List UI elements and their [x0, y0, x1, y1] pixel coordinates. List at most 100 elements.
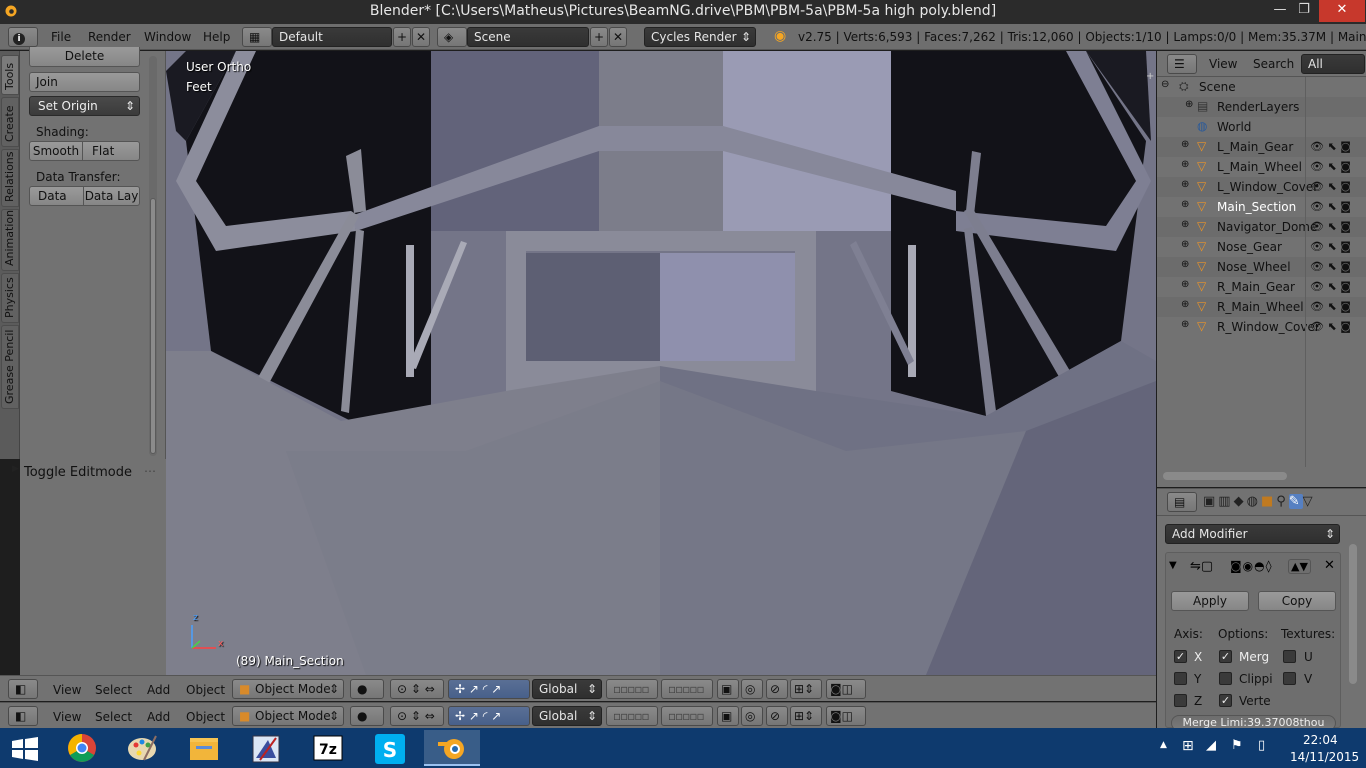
set-origin-dropdown[interactable]: Set Origin ⇕ — [29, 96, 140, 116]
gimp-taskbar-button[interactable] — [238, 730, 294, 766]
cursor-icon[interactable]: ⬉ — [1327, 140, 1336, 153]
eye-icon[interactable]: 👁 — [1310, 260, 1324, 273]
paint-taskbar-button[interactable] — [114, 730, 170, 766]
menu-select[interactable]: Select — [95, 710, 132, 724]
disclosure-triangle-icon[interactable]: ▶ — [12, 464, 19, 474]
properties-context-tabs[interactable]: ▣▥◆◍■⚲✎▽ — [1203, 494, 1316, 509]
remove-modifier-icon[interactable]: ✕ — [1324, 558, 1335, 573]
notification-flag-icon[interactable]: ⚑ — [1231, 738, 1243, 753]
tab-relations[interactable]: Relations — [1, 149, 19, 207]
3d-viewport[interactable]: User Ortho Feet (89) Main_Section z x + — [166, 51, 1156, 675]
outliner-item[interactable]: ⊕ ▽ Nose_Gear 👁 ⬉ ◙ — [1157, 237, 1366, 257]
texture-u-checkbox[interactable] — [1283, 650, 1296, 663]
cursor-icon[interactable]: ⬉ — [1327, 320, 1336, 333]
axis-y-checkbox[interactable] — [1174, 672, 1187, 685]
outliner-display-mode[interactable]: All Scenes — [1301, 54, 1365, 89]
manipulator-buttons[interactable]: ✢ ↗ ◜ ↗ — [448, 679, 530, 699]
layer-buttons-2[interactable]: ▫▫▫▫▫ — [661, 679, 713, 699]
menu-object[interactable]: Object — [186, 710, 225, 724]
eye-icon[interactable]: 👁 — [1310, 180, 1324, 193]
menu-window[interactable]: Window — [144, 30, 191, 44]
close-button[interactable]: ✕ — [1319, 0, 1365, 22]
menu-select[interactable]: Select — [95, 683, 132, 697]
outliner-item[interactable]: ⊕ ▽ R_Main_Wheel 👁 ⬉ ◙ — [1157, 297, 1366, 317]
editor-type-button[interactable]: ◧ — [8, 706, 38, 726]
7zip-taskbar-button[interactable]: 7z — [300, 730, 356, 766]
outliner-item[interactable]: ⊕ ▤ RenderLayers — [1157, 97, 1366, 117]
mode-dropdown[interactable]: ■ Object Mode ⇕ — [232, 679, 344, 699]
menu-view[interactable]: View — [53, 710, 81, 724]
camera-icon[interactable]: ◙ — [1340, 200, 1351, 213]
tab-animation[interactable]: Animation — [1, 209, 19, 271]
eye-icon[interactable]: 👁 — [1310, 280, 1324, 293]
scene-remove-button[interactable]: ✕ — [609, 27, 627, 47]
cursor-icon[interactable]: ⬉ — [1327, 240, 1336, 253]
expand-icon[interactable]: ⊕ — [1181, 319, 1189, 330]
camera-icon[interactable]: ◙ — [1340, 140, 1351, 153]
object-tab-icon[interactable]: ■ — [1261, 494, 1276, 509]
eye-icon[interactable]: 👁 — [1310, 300, 1324, 313]
layer-buttons-2[interactable]: ▫▫▫▫▫ — [661, 706, 713, 726]
cursor-icon[interactable]: ⬉ — [1327, 160, 1336, 173]
cursor-icon[interactable]: ⬉ — [1327, 260, 1336, 273]
cursor-icon[interactable]: ⬉ — [1327, 280, 1336, 293]
outliner-item[interactable]: ⊕ ▽ Navigator_Dome 👁 ⬉ ◙ — [1157, 217, 1366, 237]
outliner-item[interactable]: ⊖ ⛭ Scene — [1157, 77, 1366, 97]
menu-add[interactable]: Add — [147, 683, 170, 697]
battery-icon[interactable]: ▯ — [1258, 738, 1265, 753]
orientation-dropdown[interactable]: Global ⇕ — [532, 679, 602, 699]
move-up-down-icon[interactable]: ▲▼ — [1288, 559, 1311, 574]
camera-icon[interactable]: ◙ — [1340, 180, 1351, 193]
scene-browse-button[interactable]: ◈ — [437, 27, 467, 47]
editor-type-button[interactable]: ◧ — [8, 679, 38, 699]
tab-physics[interactable]: Physics — [1, 273, 19, 323]
eye-icon[interactable]: 👁 — [1310, 200, 1324, 213]
tool-shelf-scrollbar-thumb[interactable] — [150, 198, 156, 454]
layout-name-field[interactable]: Default — [272, 27, 392, 47]
expand-icon[interactable]: ⊕ — [1181, 219, 1189, 230]
outliner-item[interactable]: ⊕ ▽ R_Main_Gear 👁 ⬉ ◙ — [1157, 277, 1366, 297]
data-tab-icon[interactable]: ▽ — [1303, 494, 1316, 509]
chrome-taskbar-button[interactable] — [54, 730, 110, 766]
expand-icon[interactable]: ⊕ — [1181, 179, 1189, 190]
layout-remove-button[interactable]: ✕ — [412, 27, 430, 47]
snap-toggle-icon[interactable]: ⊘ — [766, 706, 788, 726]
tab-grease-pencil[interactable]: Grease Pencil — [1, 325, 19, 409]
layout-add-button[interactable]: + — [393, 27, 411, 47]
constraints-tab-icon[interactable]: ⚲ — [1276, 494, 1289, 509]
blender-taskbar-button[interactable] — [424, 730, 480, 766]
viewport-shading-dropdown[interactable]: ● ⇕ — [350, 706, 384, 741]
texture-v-checkbox[interactable] — [1283, 672, 1296, 685]
proportional-edit-icon[interactable]: ◎ — [741, 706, 763, 726]
editor-type-button[interactable]: i ▾ — [8, 27, 38, 62]
outliner-item[interactable]: ◍ World — [1157, 117, 1366, 137]
copy-button[interactable]: Copy — [1258, 591, 1336, 611]
cursor-icon[interactable]: ⬉ — [1327, 180, 1336, 193]
cursor-icon[interactable]: ⬉ — [1327, 300, 1336, 313]
proportional-edit-icon[interactable]: ◎ — [741, 679, 763, 699]
collapse-triangle-icon[interactable]: ▼ — [1169, 560, 1177, 571]
pivot-point-dropdown[interactable]: ⊙ ⇕ ⇔ — [390, 706, 444, 726]
menu-view[interactable]: View — [53, 683, 81, 697]
world-tab-icon[interactable]: ◍ — [1247, 494, 1261, 509]
modifiers-tab-icon[interactable]: ✎ — [1288, 494, 1303, 509]
render-engine-dropdown[interactable]: Cycles Render ⇕ — [644, 27, 756, 47]
lock-camera-icon[interactable]: ▣ — [717, 679, 739, 699]
show-hidden-icons-chevron-icon[interactable]: ▲ — [1160, 740, 1167, 750]
toggle-editmode-title[interactable]: Toggle Editmode — [24, 465, 132, 480]
expand-icon[interactable]: ⊕ — [1181, 139, 1189, 150]
smooth-button[interactable]: Smooth — [29, 141, 83, 161]
network-signal-icon[interactable]: ◢ — [1206, 738, 1216, 753]
apply-button[interactable]: Apply — [1171, 591, 1249, 611]
menu-object[interactable]: Object — [186, 683, 225, 697]
menu-help[interactable]: Help — [203, 30, 230, 44]
scene-tab-icon[interactable]: ◆ — [1234, 494, 1247, 509]
menu-file[interactable]: File — [51, 30, 71, 44]
outliner-item[interactable]: ⊕ ▽ L_Main_Wheel 👁 ⬉ ◙ — [1157, 157, 1366, 177]
modifier-visibility-icons[interactable]: ◙◉◓◊ — [1230, 559, 1273, 573]
outliner-hscrollbar[interactable] — [1163, 472, 1287, 480]
start-button[interactable] — [0, 730, 50, 766]
layer-buttons-1[interactable]: ▫▫▫▫▫ — [606, 706, 658, 726]
tab-create[interactable]: Create — [1, 97, 19, 147]
clock-time[interactable]: 22:04 — [1303, 733, 1338, 747]
